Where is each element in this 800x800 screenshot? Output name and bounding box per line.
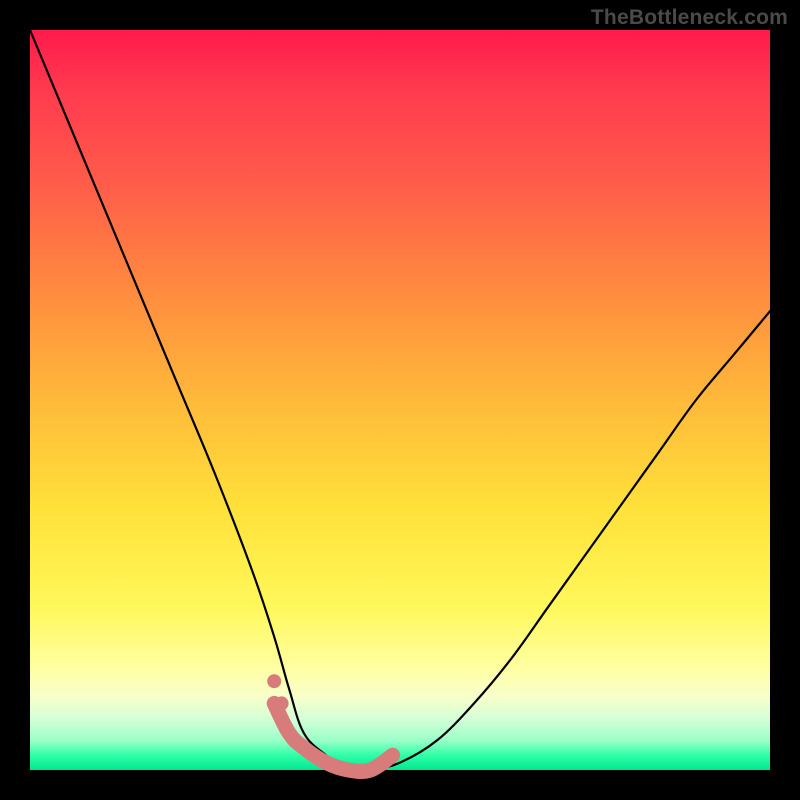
bottleneck-curve-line <box>30 30 770 772</box>
optimal-range-marker <box>274 703 392 771</box>
marker-dot <box>275 696 289 710</box>
curve-svg <box>30 30 770 770</box>
chart-frame: TheBottleneck.com <box>0 0 800 800</box>
watermark-text: TheBottleneck.com <box>591 6 788 30</box>
plot-area <box>30 30 770 770</box>
marker-dot <box>267 674 281 688</box>
